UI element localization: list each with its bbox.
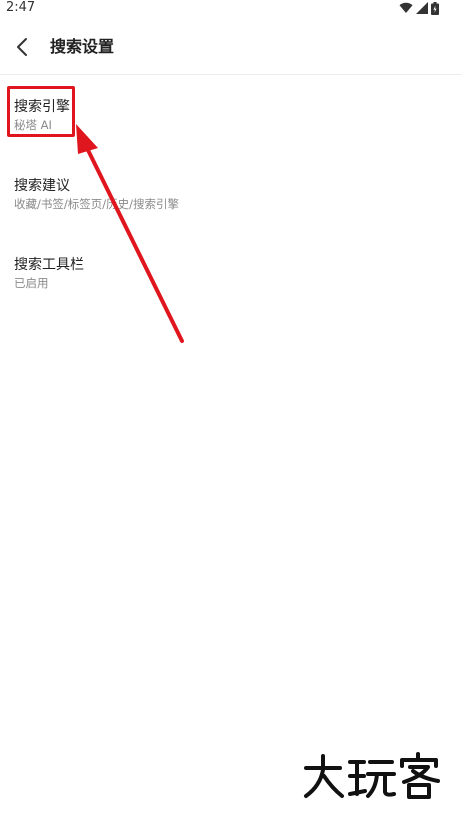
status-bar: 2:47 [0, 0, 461, 18]
chevron-left-icon [17, 38, 27, 56]
header-divider [0, 74, 461, 75]
setting-search-toolbar[interactable]: 搜索工具栏 已启用 [0, 255, 461, 295]
setting-title: 搜索工具栏 [14, 257, 84, 273]
status-time: 2:47 [6, 0, 36, 15]
back-button[interactable] [10, 34, 36, 60]
status-icons [399, 1, 439, 15]
watermark-logo [304, 752, 440, 799]
setting-subtitle: 已启用 [14, 276, 49, 290]
wifi-icon [399, 2, 413, 14]
signal-icon [416, 2, 428, 14]
setting-title: 搜索建议 [14, 178, 70, 194]
battery-icon [431, 1, 439, 15]
setting-subtitle: 收藏/书签/标签页/历史/搜索引擎 [14, 197, 179, 211]
page-title: 搜索设置 [50, 37, 115, 56]
setting-search-suggestions[interactable]: 搜索建议 收藏/书签/标签页/历史/搜索引擎 [0, 176, 461, 216]
app-header: 搜索设置 [0, 22, 461, 74]
settings-screen: 2:47 搜索设置 搜索引擎 秘塔 AI 搜索建议 收藏/书签/标签页/历史/搜… [0, 0, 461, 821]
annotation-highlight-box [7, 86, 75, 137]
